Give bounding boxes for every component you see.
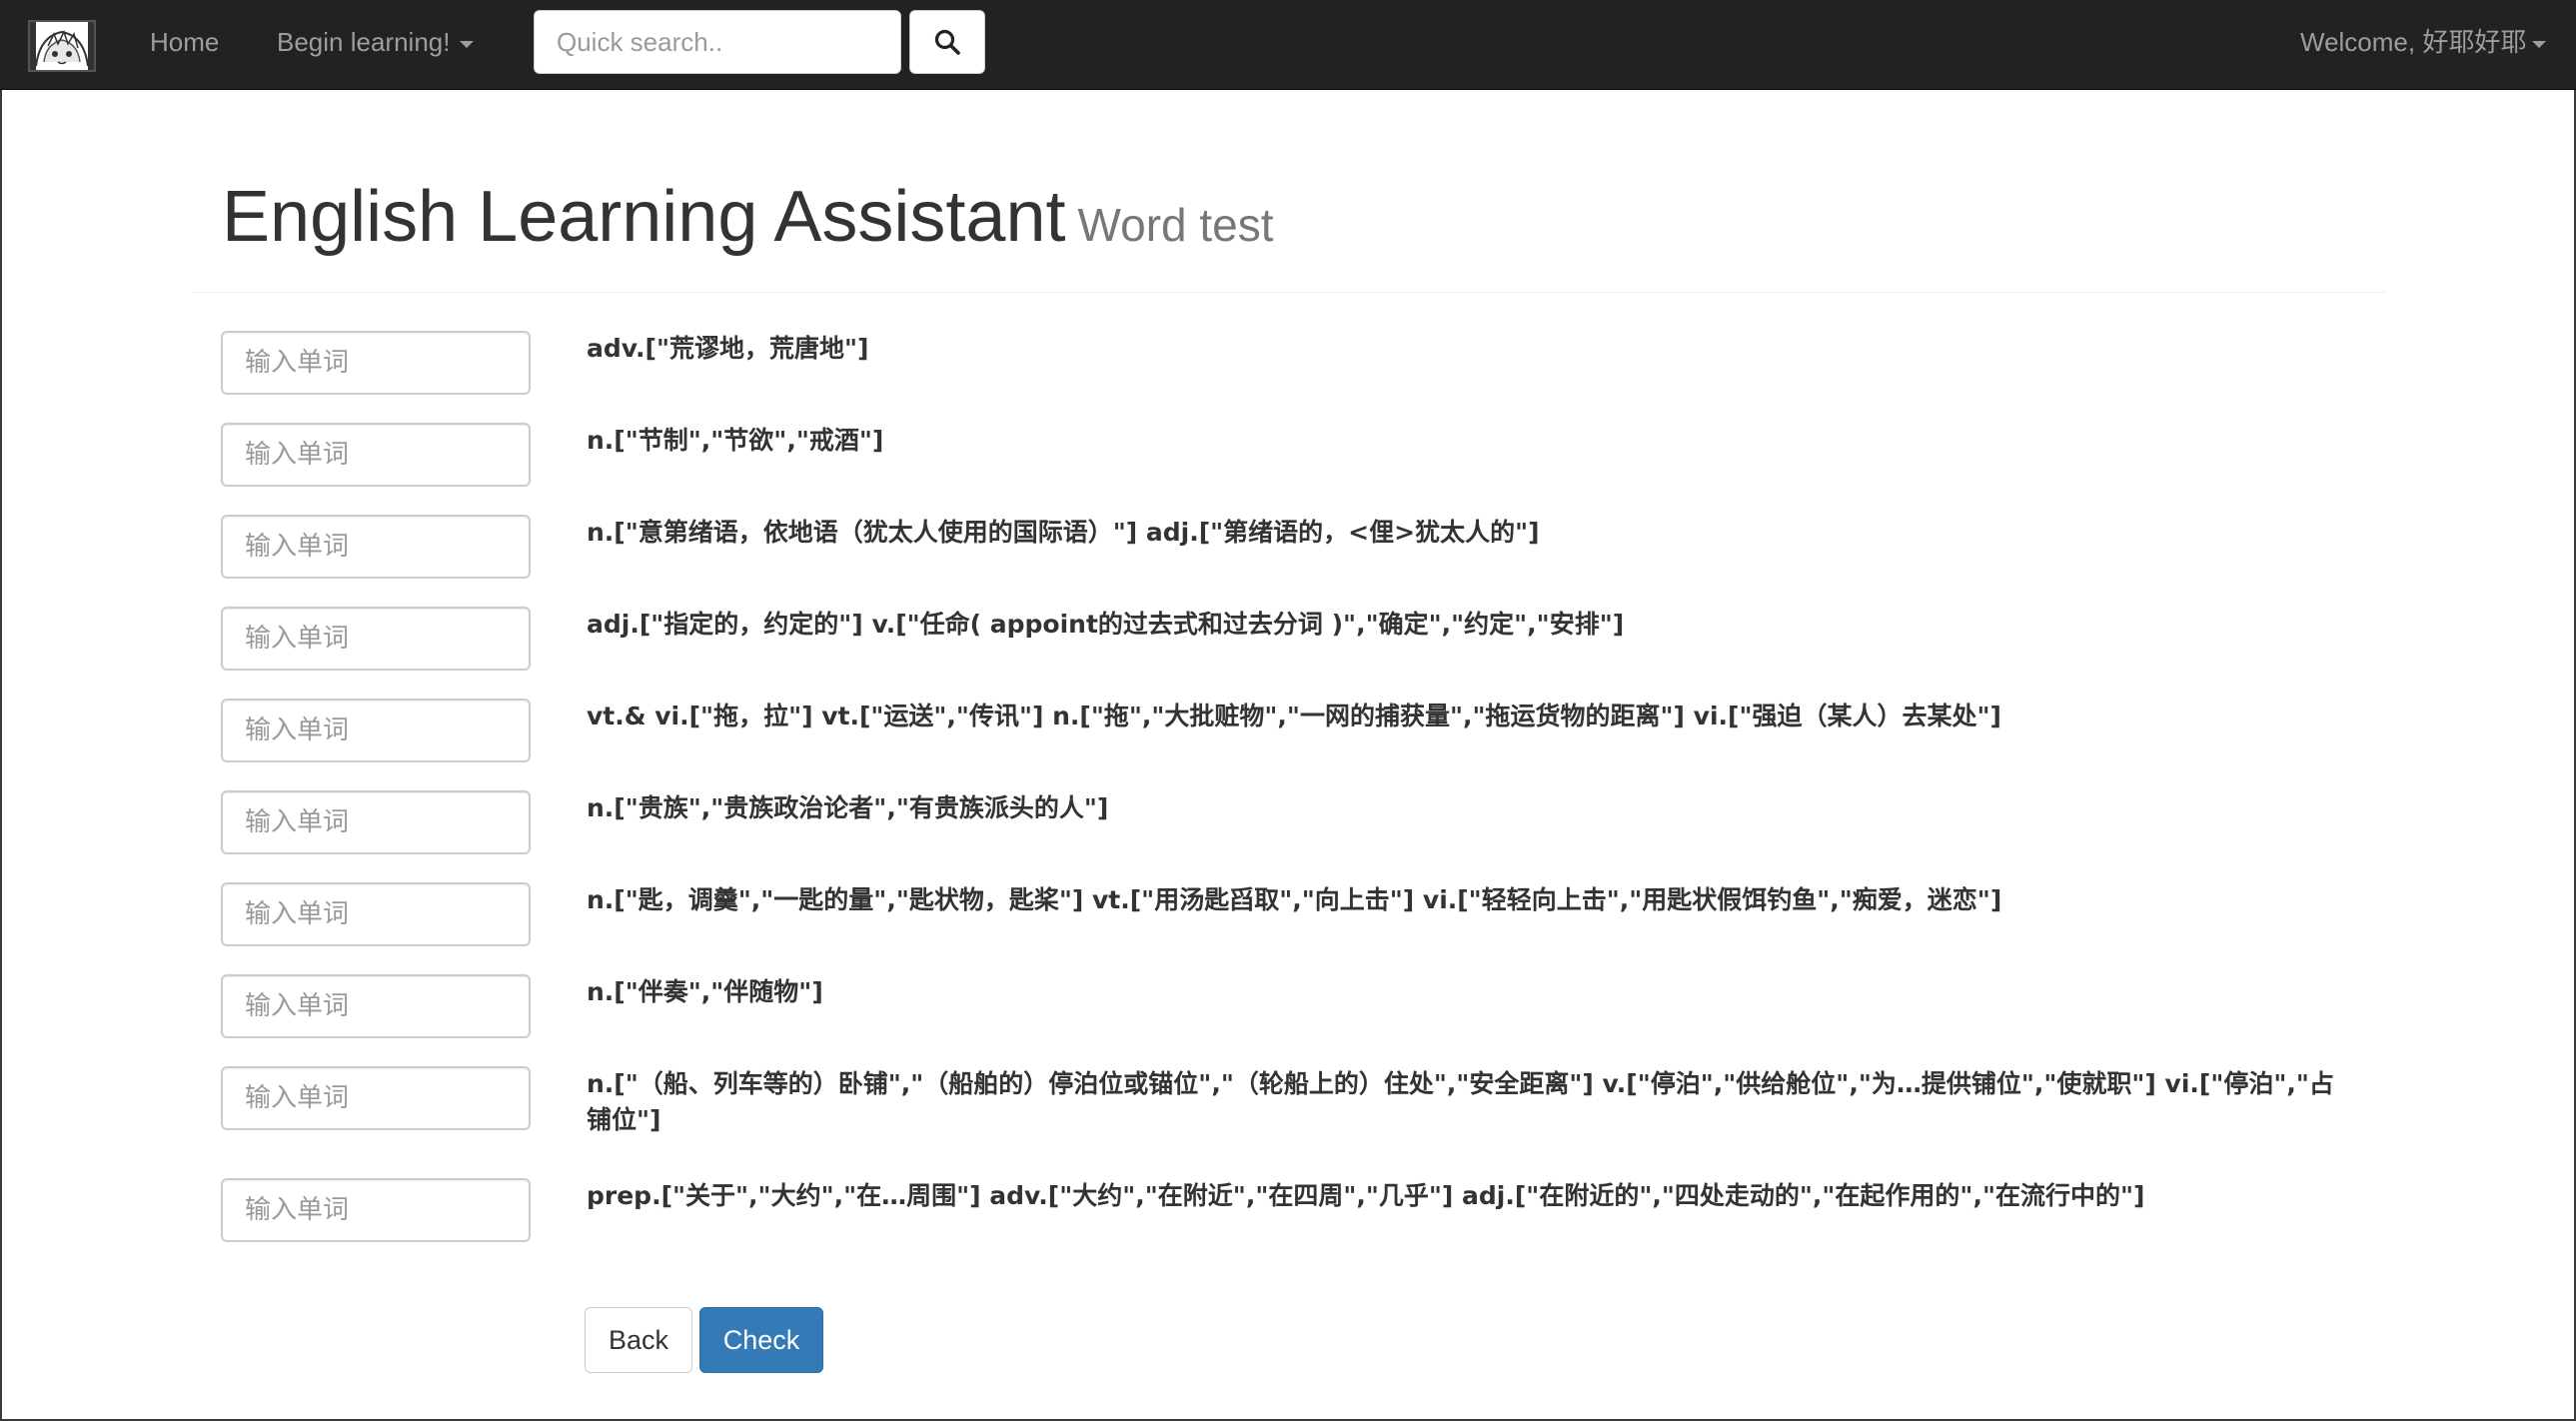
page-subtitle: Word test — [1077, 199, 1274, 251]
definition-6: n.["贵族","贵族政治论者","有贵族派头的人"] — [587, 793, 1109, 822]
nav-begin-learning-dropdown[interactable]: Begin learning! — [277, 0, 475, 90]
definition-1: adv.["荒谬地，荒唐地"] — [587, 334, 869, 363]
definition-8: n.["伴奏","伴随物"] — [587, 977, 823, 1006]
quick-search-input[interactable] — [534, 10, 901, 74]
word-input-10[interactable] — [221, 1178, 531, 1242]
search-icon — [934, 29, 960, 55]
definition-4: adj.["指定的，约定的"] v.["任命( appoint的过去式和过去分词… — [587, 610, 1625, 639]
begin-learning-label: Begin learning! — [277, 27, 451, 57]
definition-10: prep.["关于","大约","在…周围"] adv.["大约","在附近",… — [587, 1181, 2145, 1210]
definition-2: n.["节制","节欲","戒酒"] — [587, 426, 884, 455]
caret-down-icon — [460, 40, 475, 48]
definition-9: n.["（船、列车等的）卧铺","（船舶的）停泊位或锚位","（轮船上的）住处"… — [587, 1069, 2334, 1134]
word-input-5[interactable] — [221, 699, 531, 762]
search-button[interactable] — [909, 10, 985, 74]
definition-7: n.["匙，调羹","一匙的量","匙状物，匙桨"] vt.["用汤匙舀取","… — [587, 885, 2002, 914]
caret-down-icon — [2532, 40, 2547, 48]
word-input-4[interactable] — [221, 607, 531, 671]
welcome-label: Welcome, 好耶好耶 — [2300, 27, 2527, 57]
word-input-2[interactable] — [221, 423, 531, 487]
brand-logo-icon[interactable] — [28, 20, 96, 72]
word-input-1[interactable] — [221, 331, 531, 395]
word-input-6[interactable] — [221, 790, 531, 854]
back-button[interactable]: Back — [585, 1307, 692, 1373]
definition-5: vt.& vi.["拖，拉"] vt.["运送","传讯"] n.["拖","大… — [587, 702, 2001, 730]
word-input-7[interactable] — [221, 882, 531, 946]
welcome-user-dropdown[interactable]: Welcome, 好耶好耶 — [2300, 0, 2547, 90]
word-input-3[interactable] — [221, 515, 531, 579]
header-divider — [192, 292, 2386, 293]
definition-3: n.["意第绪语，依地语（犹太人使用的国际语）"] adj.["第绪语的，<俚>… — [587, 518, 1540, 547]
page-title: English Learning Assistant Word test — [222, 176, 1274, 258]
word-input-9[interactable] — [221, 1066, 531, 1130]
check-button[interactable]: Check — [699, 1307, 823, 1373]
nav-home-link[interactable]: Home — [150, 0, 219, 90]
page-title-text: English Learning Assistant — [222, 177, 1066, 257]
word-input-8[interactable] — [221, 974, 531, 1038]
top-navbar: Home Begin learning! Welcome, 好耶好耶 — [0, 0, 2576, 90]
